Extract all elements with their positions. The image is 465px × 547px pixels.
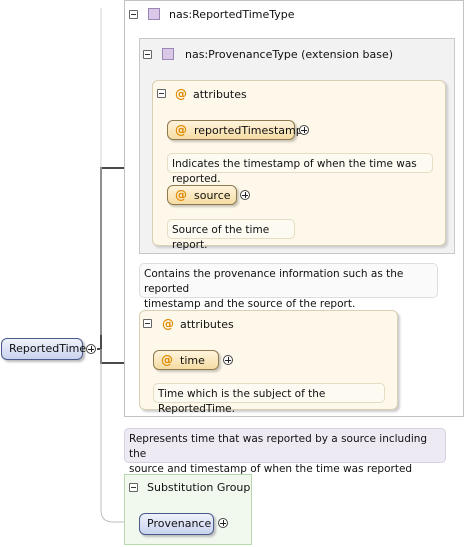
root-element-box[interactable]: ReportedTime (1, 338, 87, 360)
complex-type-collapse-icon[interactable] (129, 10, 138, 19)
attributes-icon: @ (175, 87, 187, 101)
attribute-doc: Time which is the subject of the Reporte… (153, 383, 385, 415)
root-doc: Represents time that was reported by a s… (124, 428, 446, 475)
attributes-label: attributes (180, 318, 234, 331)
complex-type-title: nas:ReportedTimeType (169, 8, 295, 21)
attribute-icon: @ (161, 353, 173, 367)
time-expand-icon[interactable] (223, 355, 233, 365)
extension-title: nas:ProvenanceType (extension base) (185, 48, 394, 61)
extension-doc: Contains the provenance information such… (139, 263, 438, 310)
substitution-group-collapse-icon[interactable] (129, 483, 138, 492)
attribute-icon: @ (175, 188, 187, 202)
reportedTimestamp-expand-icon[interactable] (299, 125, 309, 135)
extension-attributes-label: attributes (193, 88, 247, 101)
attribute-doc: Indicates the timestamp of when the time… (167, 153, 433, 185)
attributes-icon: @ (162, 317, 174, 331)
source-expand-icon[interactable] (240, 190, 250, 200)
substitution-member-label: Provenance (147, 517, 212, 530)
root-collapse-icon[interactable] (86, 344, 96, 354)
substitution-member-expand-icon[interactable] (218, 518, 228, 528)
substitution-member-box[interactable]: Provenance (139, 513, 214, 535)
substitution-group-title: Substitution Group (147, 481, 251, 494)
attribute-reportedTimestamp[interactable]: @ reportedTimestamp (167, 120, 303, 140)
complex-type-icon (148, 8, 160, 20)
attribute-name: source (194, 189, 231, 202)
attribute-icon: @ (175, 123, 187, 137)
attributes-collapse-icon[interactable] (143, 319, 152, 328)
attribute-name: time (180, 354, 205, 367)
extension-collapse-icon[interactable] (143, 50, 152, 59)
root-element-label: ReportedTime (9, 342, 87, 355)
attribute-time[interactable]: @ time (153, 350, 219, 370)
attribute-doc: Source of the time report. (167, 219, 295, 251)
extension-attributes-collapse-icon[interactable] (157, 89, 166, 98)
attribute-source[interactable]: @ source (167, 185, 237, 205)
attribute-name: reportedTimestamp (194, 124, 303, 137)
extension-type-icon (162, 48, 174, 60)
